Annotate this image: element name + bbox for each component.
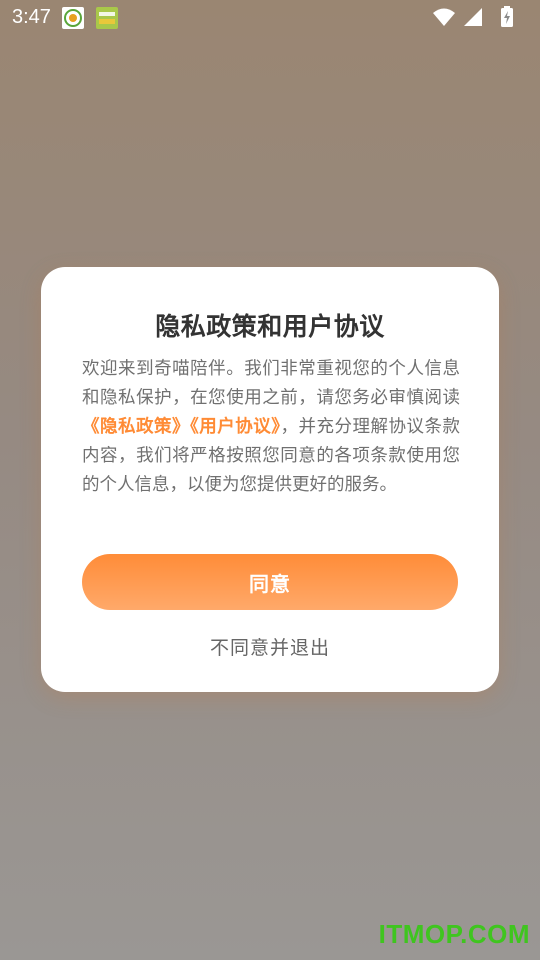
dialog-title: 隐私政策和用户协议 [155,312,385,341]
signal-icon [462,6,484,32]
dialog-body: 欢迎来到奇喵陪伴。我们非常重视您的个人信息和隐私保护，在您使用之前，请您务必审慎… [82,355,460,500]
agree-button[interactable]: 同意 [82,554,458,610]
privacy-dialog: 隐私政策和用户协议 欢迎来到奇喵陪伴。我们非常重视您的个人信息和隐私保护，在您使… [41,267,499,692]
yk-app-icon [62,7,84,29]
status-time: 3:47 [12,6,51,28]
battery-icon [500,6,514,32]
body-text-intro: 欢迎来到奇喵陪伴。我们非常重视您的个人信息和隐私保护，在您使用之前，请您务必审慎… [82,359,460,408]
user-agreement-link[interactable]: 《用户协议》 [190,417,281,437]
privacy-policy-link[interactable]: 《隐私政策》 [82,417,190,437]
screen: 3:47 隐私政策和用户协议 欢迎来到奇喵陪伴。我们非常重视您的个人信息和隐私保… [0,0,540,960]
disagree-exit-button[interactable]: 不同意并退出 [41,633,499,660]
watermark: ITMOP.COM [378,919,530,949]
status-bar: 3:47 [0,0,540,36]
wifi-icon [432,6,456,32]
green-app-icon [96,7,118,29]
